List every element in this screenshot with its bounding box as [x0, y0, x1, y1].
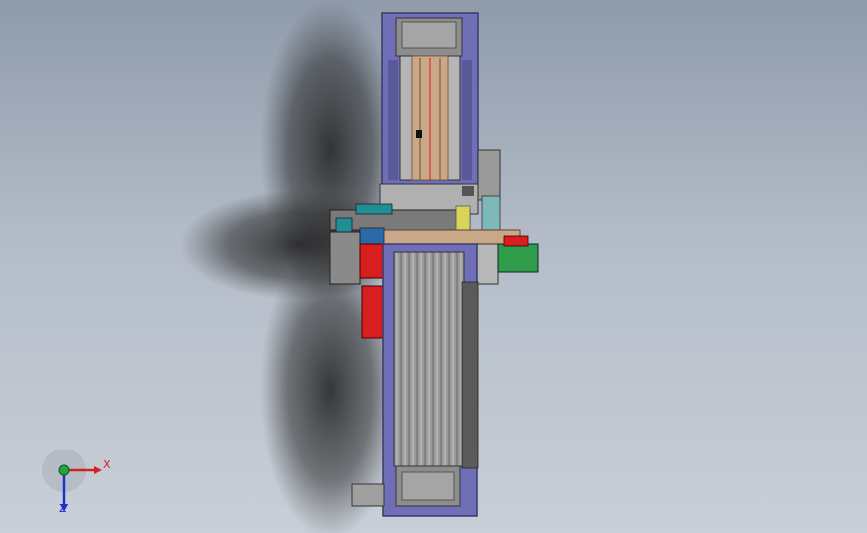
- orientation-triad: X Z: [40, 448, 120, 520]
- upper-frame[interactable]: [381, 12, 479, 186]
- cad-viewport[interactable]: X Z: [0, 0, 867, 533]
- triad-z-label: Z: [59, 502, 67, 515]
- triad-x-label: X: [103, 458, 111, 471]
- cad-model-view[interactable]: [0, 0, 867, 533]
